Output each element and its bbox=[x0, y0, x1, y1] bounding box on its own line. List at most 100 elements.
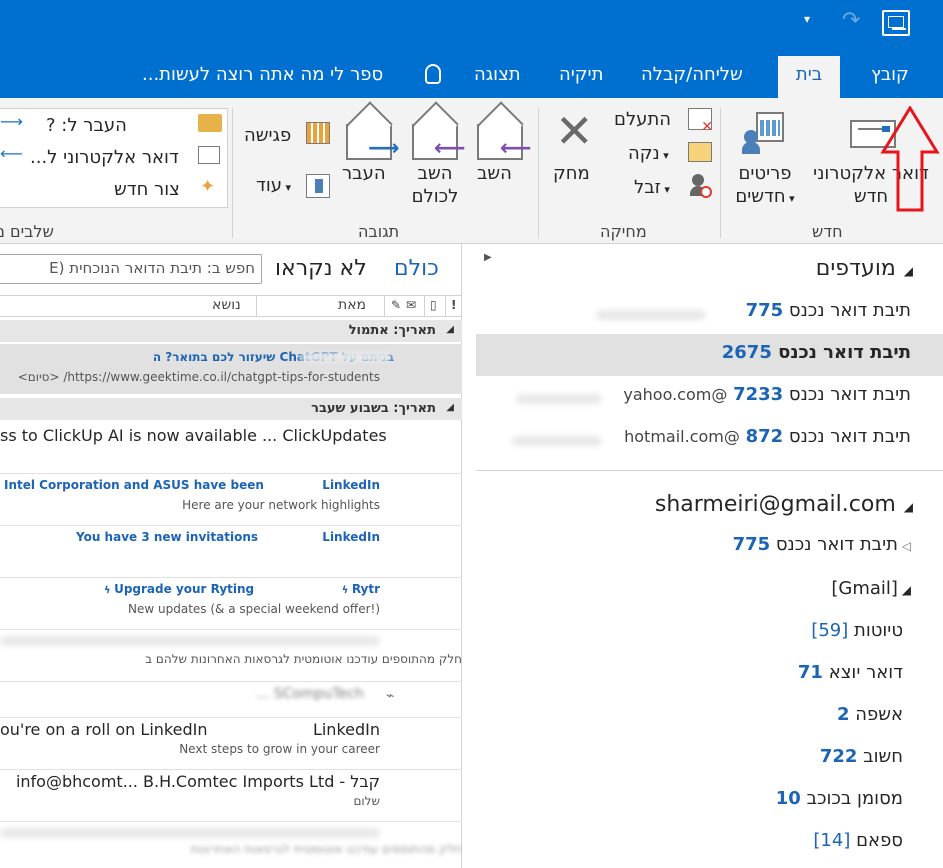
message-preview: https://www.geektime.co.il/chatgpt-tips-… bbox=[17, 370, 380, 384]
group-header-label: תאריך: בשבוע שעבר bbox=[311, 401, 436, 416]
favorite-inbox-1[interactable]: תיבת דואר נכנס 775 bbox=[476, 292, 943, 334]
expand-account-icon[interactable]: ◢ bbox=[904, 500, 913, 514]
tab-folder[interactable]: תיקיה bbox=[559, 64, 603, 85]
forward-button[interactable]: העבר bbox=[342, 162, 386, 185]
quick-access-dropdown-icon[interactable]: ▾ bbox=[804, 12, 810, 26]
quick-step-move-to[interactable]: העבר ל: ? bbox=[46, 114, 127, 137]
junk-button[interactable]: ▾ זבל bbox=[634, 176, 670, 199]
blurred-sender bbox=[300, 352, 392, 362]
filter-all-tab[interactable]: כולם bbox=[394, 256, 439, 281]
tell-me-search[interactable]: ספר לי מה אתה רוצה לעשות... bbox=[142, 64, 383, 85]
blurred-account bbox=[516, 394, 602, 404]
group-header-last-week[interactable]: ◢ תאריך: בשבוע שעבר bbox=[0, 398, 462, 420]
column-divider bbox=[256, 296, 257, 316]
redo-icon[interactable]: ↷ bbox=[842, 8, 860, 33]
expand-favorites-icon[interactable]: ◢ bbox=[904, 264, 913, 278]
tab-view[interactable]: תצוגה bbox=[474, 64, 521, 85]
collapse-group-icon[interactable]: ◢ bbox=[446, 324, 454, 335]
list-item[interactable]: LinkedIn Intel Corporation and ASUS have… bbox=[0, 474, 462, 526]
folder-outbox[interactable]: דואר יוצא 71 bbox=[476, 654, 943, 696]
tab-send-receive[interactable]: שליחה/קבלה bbox=[641, 64, 743, 85]
clean-up-label: נקה bbox=[628, 143, 660, 164]
list-item[interactable]: ss to ClickUp AI is now available ... Cl… bbox=[0, 420, 462, 474]
folder-drafts[interactable]: טיוטות [59] bbox=[476, 612, 943, 654]
quick-step-email-to[interactable]: דואר אלקטרוני ל... bbox=[30, 146, 179, 169]
expand-inbox-icon[interactable]: ◁ bbox=[898, 539, 911, 553]
item-count: [14] bbox=[813, 830, 851, 851]
folder-spam[interactable]: ספאם [14] bbox=[476, 822, 943, 864]
group-label-delete: מחיקה bbox=[600, 222, 647, 241]
favorites-header[interactable]: ◢ מועדפים bbox=[816, 256, 913, 281]
favorite-inbox-2[interactable]: תיבת דואר נכנס 2675 bbox=[476, 334, 943, 376]
search-input[interactable]: חפש ב: תיבת הדואר הנוכחית (E bbox=[0, 254, 262, 284]
collapse-group-icon[interactable]: ◢ bbox=[446, 402, 454, 413]
new-items-label-2: ▾ חדשים bbox=[726, 185, 804, 208]
reminder-column-icon[interactable]: ✉ bbox=[406, 298, 416, 312]
favorite-inbox-4[interactable]: תיבת דואר נכנס 872 @hotmail.com bbox=[476, 418, 943, 460]
message-preview: New updates (& a special weekend offer!) bbox=[128, 602, 380, 616]
folder-important[interactable]: חשוב 722 bbox=[476, 738, 943, 780]
folder-label: טיוטות [59] bbox=[811, 620, 903, 641]
collapse-pane-icon[interactable]: ▶ bbox=[484, 252, 492, 263]
type-column-icon[interactable]: ▯ bbox=[430, 298, 437, 312]
message-list: כולם לא נקראו חפש ב: תיבת הדואר הנוכחית … bbox=[0, 244, 462, 868]
folder-starred[interactable]: מסומן בכוכב 10 bbox=[476, 780, 943, 822]
title-bar: ▾ ↷ קובץ בית שליחה/קבלה תיקיה תצוגה ספר … bbox=[0, 0, 943, 98]
folder-label: ◢ [Gmail] bbox=[831, 578, 911, 599]
folder-inbox[interactable]: ◁ תיבת דואר נכנס 775 bbox=[476, 526, 943, 568]
meeting-button[interactable]: פגישה bbox=[244, 124, 291, 147]
reply-button[interactable]: השב bbox=[477, 162, 512, 185]
group-label-quick-steps: שלבים מ bbox=[0, 222, 54, 241]
list-filter-bar: כולם לא נקראו חפש ב: תיבת הדואר הנוכחית … bbox=[0, 244, 462, 296]
column-from[interactable]: מאת bbox=[338, 297, 366, 313]
folder-trash[interactable]: אשפה 2 bbox=[476, 696, 943, 738]
favorites-title: מועדפים bbox=[815, 256, 896, 281]
unread-count: 71 bbox=[797, 662, 823, 683]
column-subject[interactable]: נושא bbox=[212, 297, 241, 313]
list-item[interactable]: ϟ Rytr ϟ Upgrade your Ryting New updates… bbox=[0, 578, 462, 630]
quick-step-move-label: העבר ל: ? bbox=[46, 115, 127, 136]
list-item[interactable]: חלק מהתוספים עודכנו אוטומטית לגרסאות האח… bbox=[0, 822, 462, 868]
message-preview: חלק מהתוספים עודכנו אוטומטית לגרסאות האח… bbox=[145, 652, 462, 666]
more-button[interactable]: ▾ עוד bbox=[256, 174, 291, 197]
rytr-bolt-icon: ϟ bbox=[341, 585, 352, 596]
list-item[interactable]: ... SCompuTech ⌁ bbox=[0, 682, 462, 718]
column-header: נושא מאת ✎ ✉ ▯ ! bbox=[0, 295, 462, 317]
clean-up-icon bbox=[688, 142, 712, 162]
delete-button[interactable]: מחק bbox=[553, 162, 590, 185]
meeting-label: פגישה bbox=[244, 125, 292, 146]
new-items-button[interactable]: פריטים ▾ חדשים bbox=[726, 162, 804, 209]
window-mode-icon[interactable] bbox=[882, 10, 910, 36]
junk-label: זבל bbox=[634, 177, 661, 198]
column-divider bbox=[384, 296, 385, 316]
expand-gmail-icon[interactable]: ◢ bbox=[898, 583, 911, 597]
message-preview: Next steps to grow in your career bbox=[179, 742, 380, 756]
folder-gmail-group[interactable]: ◢ [Gmail] bbox=[476, 570, 943, 612]
importance-column-icon[interactable]: ! bbox=[451, 298, 456, 312]
ribbon: דואר אלקטרוני חדש פריטים ▾ חדשים חדש התע… bbox=[0, 98, 943, 244]
junk-icon bbox=[690, 174, 712, 198]
delete-label: מחק bbox=[553, 163, 590, 184]
group-header-yesterday[interactable]: ◢ תאריך: אתמול bbox=[0, 320, 462, 342]
folder-name: תיבת דואר נכנס bbox=[788, 426, 911, 447]
attachment-column-icon[interactable]: ✎ bbox=[391, 298, 401, 312]
filter-unread-tab[interactable]: לא נקראו bbox=[275, 256, 367, 281]
blurred-subject bbox=[0, 636, 380, 646]
list-item[interactable]: info@bhcomt... B.H.Comtec Imports Ltd - … bbox=[0, 770, 462, 822]
unread-count: 775 bbox=[745, 300, 784, 321]
list-item[interactable]: בניתם על ChatGPT שיעזור לכם בתואר? ה htt… bbox=[0, 344, 462, 394]
account-header[interactable]: ◢ sharmeiri@gmail.com bbox=[655, 492, 913, 517]
clean-up-button[interactable]: ▾ נקה bbox=[628, 142, 669, 165]
more-label: עוד bbox=[256, 175, 282, 196]
favorite-inbox-3[interactable]: תיבת דואר נכנס 7233 @yahoo.com bbox=[476, 376, 943, 418]
tab-home[interactable]: בית bbox=[778, 56, 840, 98]
list-item[interactable]: LinkedIn ou're on a roll on LinkedIn Nex… bbox=[0, 718, 462, 770]
quick-step-create-new[interactable]: צור חדש bbox=[114, 178, 180, 201]
tab-file[interactable]: קובץ bbox=[871, 64, 909, 85]
lightbulb-icon bbox=[425, 64, 441, 84]
reply-all-button[interactable]: השב לכולם bbox=[408, 162, 462, 209]
ignore-button[interactable]: התעלם bbox=[614, 108, 671, 131]
list-item[interactable]: LinkedIn You have 3 new invitations bbox=[0, 526, 462, 578]
meeting-icon bbox=[306, 122, 330, 144]
list-item[interactable]: חלק מהתוספים עודכנו אוטומטית לגרסאות האח… bbox=[0, 630, 462, 682]
